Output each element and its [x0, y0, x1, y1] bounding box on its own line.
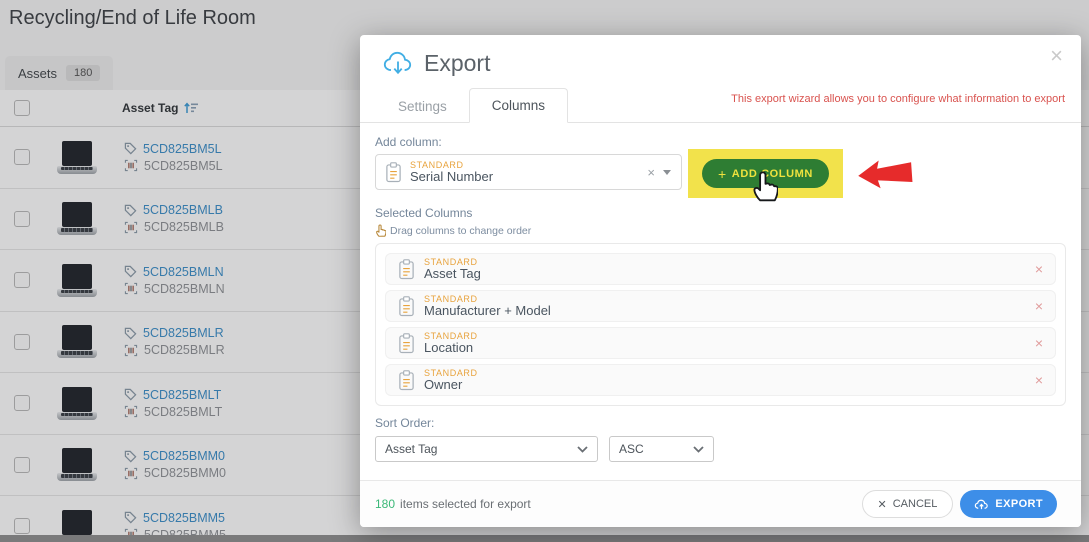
clipboard-icon: [385, 162, 402, 183]
modal-body: Add column: STANDARD Serial Number × +: [360, 135, 1081, 462]
cancel-button[interactable]: ✕ CANCEL: [862, 490, 954, 518]
tab-columns[interactable]: Columns: [469, 88, 568, 123]
sort-direction-select[interactable]: ASC: [609, 436, 714, 462]
modal-close-icon[interactable]: ×: [1050, 45, 1063, 67]
remove-column-icon[interactable]: ×: [1035, 335, 1043, 351]
selected-column-card[interactable]: STANDARD Location ×: [385, 327, 1056, 359]
clipboard-icon: [398, 259, 415, 280]
export-button[interactable]: EXPORT: [960, 490, 1057, 518]
plus-icon: +: [718, 166, 727, 182]
tab-settings[interactable]: Settings: [376, 90, 469, 123]
drag-hint: Drag columns to change order: [375, 224, 1066, 237]
modal-header: Export ×: [360, 35, 1081, 78]
remove-column-icon[interactable]: ×: [1035, 261, 1043, 277]
selected-columns-label: Selected Columns: [375, 206, 1066, 220]
modal-footer: 180 items selected for export ✕ CANCEL E…: [360, 480, 1081, 527]
clipboard-icon: [398, 370, 415, 391]
column-name: Manufacturer + Model: [424, 304, 551, 318]
clipboard-icon: [398, 333, 415, 354]
export-count-text: items selected for export: [400, 497, 531, 511]
column-name: Location: [424, 341, 478, 355]
export-wizard-hint: This export wizard allows you to configu…: [731, 93, 1065, 105]
remove-column-icon[interactable]: ×: [1035, 298, 1043, 314]
chevron-down-icon: [693, 446, 704, 453]
selected-column-card[interactable]: STANDARD Manufacturer + Model ×: [385, 290, 1056, 322]
sort-order-label: Sort Order:: [375, 416, 1066, 430]
annotation-arrow-icon: [853, 155, 917, 193]
hand-cursor-icon: [750, 170, 778, 202]
modal-tabs: Settings Columns This export wizard allo…: [360, 86, 1081, 123]
selected-column-card[interactable]: STANDARD Owner ×: [385, 364, 1056, 396]
sort-field-select[interactable]: Asset Tag: [375, 436, 598, 462]
sort-row: Asset Tag ASC: [375, 436, 1066, 462]
cloud-upload-icon: [974, 498, 989, 511]
selected-columns-list: STANDARD Asset Tag × STANDARD Manuf: [375, 243, 1066, 406]
combobox-caret-icon[interactable]: [663, 170, 671, 175]
column-select-combobox[interactable]: STANDARD Serial Number ×: [375, 154, 682, 190]
cloud-export-icon: [382, 48, 414, 78]
add-column-label: Add column:: [375, 135, 1066, 149]
cancel-x-icon: ✕: [878, 498, 887, 511]
selected-column-card[interactable]: STANDARD Asset Tag ×: [385, 253, 1056, 285]
selected-option-name: Serial Number: [410, 170, 493, 184]
column-name: Asset Tag: [424, 267, 481, 281]
add-column-row: STANDARD Serial Number × + ADD COLUMN: [375, 154, 1066, 200]
remove-column-icon[interactable]: ×: [1035, 372, 1043, 388]
highlight-box: + ADD COLUMN: [688, 149, 843, 198]
clipboard-icon: [398, 296, 415, 317]
combobox-clear-icon[interactable]: ×: [647, 165, 655, 180]
chevron-down-icon: [577, 446, 588, 453]
column-name: Owner: [424, 378, 478, 392]
drag-hand-icon: [375, 224, 386, 237]
export-modal: Export × Settings Columns This export wi…: [360, 35, 1081, 527]
export-count: 180: [375, 497, 395, 511]
modal-title: Export: [424, 50, 490, 77]
